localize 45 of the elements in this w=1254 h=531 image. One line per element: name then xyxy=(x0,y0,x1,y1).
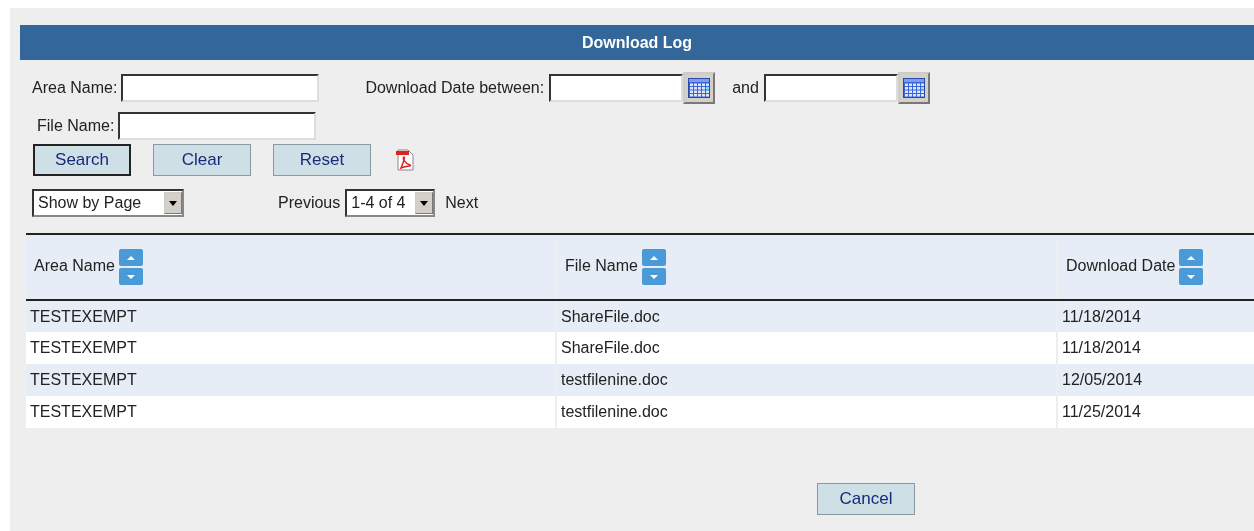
table-cell: testfilenine.doc xyxy=(556,396,1057,428)
sort-up-icon[interactable] xyxy=(118,249,143,266)
sort-up-icon[interactable] xyxy=(641,249,666,266)
panel-title: Download Log xyxy=(581,32,693,53)
column-title: Area Name xyxy=(34,257,115,275)
calendar-icon xyxy=(902,78,925,98)
table-cell: TESTEXEMPT xyxy=(26,396,556,428)
date-field[interactable] xyxy=(549,74,684,102)
dropdown-arrow-icon xyxy=(420,200,429,206)
table-cell: TESTEXEMPT xyxy=(26,300,556,332)
field-label: File Name: xyxy=(37,116,115,136)
table-cell: ShareFile.doc xyxy=(556,300,1057,332)
date-field[interactable] xyxy=(763,74,898,102)
calendar-icon xyxy=(688,78,711,98)
view-select[interactable]: Show by Page xyxy=(32,189,184,217)
sort-down-icon[interactable] xyxy=(1179,268,1204,285)
field-label: Area Name: xyxy=(32,78,118,98)
sort-up-icon[interactable] xyxy=(1179,249,1204,266)
action-button[interactable]: Clear xyxy=(153,144,251,176)
cancel-button[interactable]: Cancel xyxy=(817,483,915,515)
calendar-button[interactable] xyxy=(683,72,716,104)
action-button[interactable]: Reset xyxy=(273,144,371,176)
next-link[interactable]: Next xyxy=(445,191,479,215)
field-label: and xyxy=(732,78,759,98)
previous-link[interactable]: Previous xyxy=(278,191,341,215)
field-label: Download Date between: xyxy=(365,78,545,98)
table-cell: testfilenine.doc xyxy=(556,364,1057,396)
column-title: Download Date xyxy=(1066,257,1176,275)
sort-down-icon[interactable] xyxy=(641,268,666,285)
table-cell: 11/18/2014 xyxy=(1057,332,1254,364)
column-title: File Name xyxy=(565,257,638,275)
table-cell: 11/18/2014 xyxy=(1057,300,1254,332)
dropdown-arrow-icon xyxy=(169,200,177,206)
page-select[interactable]: 1-4 of 4 xyxy=(345,189,436,217)
table-cell: ShareFile.doc xyxy=(556,332,1057,364)
table-cell: TESTEXEMPT xyxy=(26,364,556,396)
table-cell: TESTEXEMPT xyxy=(26,332,556,364)
table-cell: 12/05/2014 xyxy=(1057,364,1254,396)
input-field[interactable] xyxy=(121,74,320,102)
calendar-button[interactable] xyxy=(897,72,930,104)
input-field[interactable] xyxy=(118,112,317,140)
action-button[interactable]: Search xyxy=(33,144,131,176)
table-cell: 11/25/2014 xyxy=(1057,396,1254,428)
pdf-icon[interactable] xyxy=(395,149,415,171)
sort-down-icon[interactable] xyxy=(118,268,143,285)
